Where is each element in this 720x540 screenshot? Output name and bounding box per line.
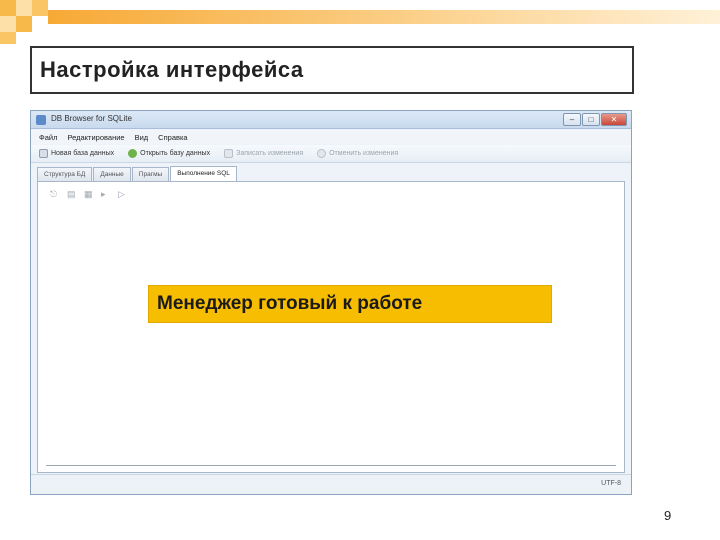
menu-view[interactable]: Вид — [135, 133, 149, 142]
save-as-sql-icon[interactable]: ▦ — [84, 190, 93, 199]
toolbar-label: Записать изменения — [236, 150, 304, 157]
slide-title-box: Настройка интерфейса — [30, 46, 634, 94]
tab-pragmas[interactable]: Прагмы — [131, 167, 170, 181]
page-number: 9 — [664, 508, 672, 523]
tab-browse-data[interactable]: Данные — [93, 167, 131, 181]
execute-line-icon[interactable]: ▷ — [118, 190, 127, 199]
minimize-button[interactable]: – — [563, 113, 581, 126]
window-controls: – □ ✕ — [563, 113, 627, 126]
decor-square — [16, 0, 32, 16]
top-gradient-band — [48, 10, 720, 24]
app-icon — [36, 115, 46, 125]
open-database-button[interactable]: Открыть базу данных — [128, 149, 210, 158]
status-bar: UTF-8 — [31, 474, 631, 494]
tab-bar: Структура БД Данные Прагмы Выполнение SQ… — [37, 166, 237, 181]
save-sql-icon[interactable]: ▤ — [67, 190, 76, 199]
menu-edit[interactable]: Редактирование — [67, 133, 124, 142]
editor-toolbar: ⎋ ▤ ▦ ▸ ▷ — [50, 190, 127, 199]
sql-editor-panel[interactable]: ⎋ ▤ ▦ ▸ ▷ — [37, 181, 625, 473]
toolbar-label: Открыть базу данных — [140, 150, 211, 157]
tab-execute-sql[interactable]: Выполнение SQL — [170, 166, 237, 181]
menu-help[interactable]: Справка — [158, 133, 187, 142]
toolbar-label: Новая база данных — [51, 150, 115, 157]
revert-changes-button[interactable]: Отменить изменения — [317, 149, 398, 158]
callout-text: Менеджер готовый к работе — [157, 293, 423, 314]
encoding-label: UTF-8 — [601, 480, 621, 487]
open-database-icon — [128, 149, 138, 158]
close-button[interactable]: ✕ — [601, 113, 627, 126]
new-database-button[interactable]: Новая база данных — [39, 149, 114, 158]
maximize-button[interactable]: □ — [582, 113, 600, 126]
revert-changes-icon — [317, 149, 327, 158]
menu-file[interactable]: Файл — [39, 133, 57, 142]
callout-box: Менеджер готовый к работе — [148, 285, 552, 323]
window-title: DB Browser for SQLite — [51, 114, 132, 123]
new-database-icon — [39, 149, 48, 158]
slide-title: Настройка интерфейса — [40, 57, 304, 82]
decor-square — [16, 16, 32, 32]
main-toolbar: Новая база данных Открыть базу данных За… — [31, 145, 631, 163]
open-sql-icon[interactable]: ⎋ — [50, 190, 59, 199]
editor-divider — [46, 465, 616, 466]
write-changes-button[interactable]: Записать изменения — [224, 149, 303, 158]
menu-bar: Файл Редактирование Вид Справка — [31, 130, 631, 144]
decor-square — [0, 0, 16, 16]
decor-square — [32, 0, 48, 16]
decor-square — [0, 16, 16, 32]
toolbar-label: Отменить изменения — [329, 150, 399, 157]
execute-icon[interactable]: ▸ — [101, 190, 110, 199]
write-changes-icon — [224, 149, 234, 158]
decor-square — [0, 32, 16, 44]
window-titlebar[interactable]: DB Browser for SQLite – □ ✕ — [31, 111, 631, 129]
tab-db-structure[interactable]: Структура БД — [37, 167, 93, 181]
